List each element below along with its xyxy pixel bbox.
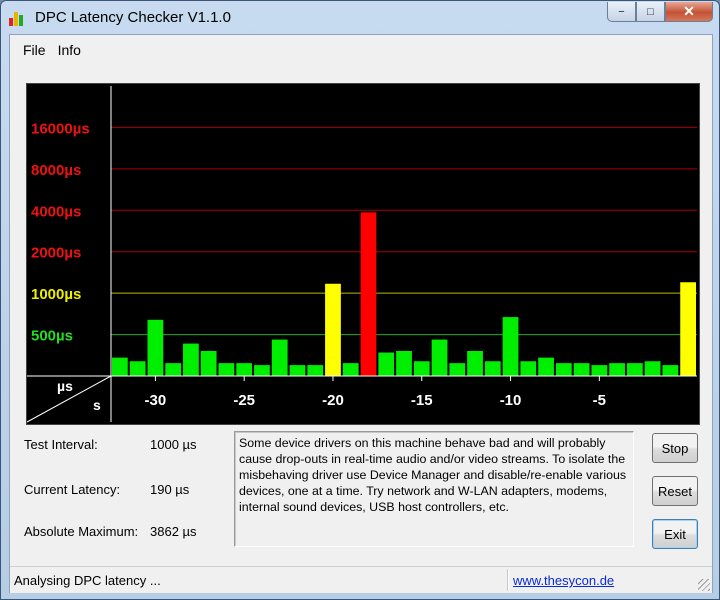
latency-bar	[307, 365, 324, 376]
latency-bar	[147, 319, 164, 376]
latency-bar	[378, 352, 395, 376]
stats-panel: Test Interval: 1000 µs Current Latency: …	[24, 431, 234, 551]
latency-bar	[662, 365, 679, 376]
latency-bar	[573, 363, 590, 376]
stat-absolute-maximum: Absolute Maximum: 3862 µs	[24, 524, 234, 542]
absolute-maximum-value: 3862 µs	[150, 524, 197, 539]
latency-bar	[555, 363, 572, 376]
x-tick-label: -25	[233, 392, 255, 409]
latency-chart-svg: 500µs 1000µs 2000µs 4000µs 8000µs 16000µs µs s -…	[27, 86, 697, 423]
menu-bar: File Info	[10, 35, 712, 65]
status-bar: Analysing DPC latency ... www.thesycon.d…	[10, 566, 712, 593]
maximize-button[interactable]: □	[636, 2, 665, 22]
latency-bar	[360, 212, 377, 376]
menu-file[interactable]: File	[10, 35, 46, 65]
latency-bar	[449, 363, 466, 376]
reset-button[interactable]: Reset	[652, 476, 698, 506]
latency-bar	[218, 363, 235, 376]
absolute-maximum-label: Absolute Maximum:	[24, 524, 139, 539]
latency-bar	[520, 361, 537, 376]
x-tick-label: -10	[500, 392, 522, 409]
latency-bar	[200, 350, 217, 376]
latency-bar	[609, 363, 625, 376]
latency-bar	[680, 282, 696, 376]
latency-bar	[484, 361, 501, 376]
y-tick-label: 16000µs	[31, 120, 90, 137]
stop-button[interactable]: Stop	[652, 433, 698, 463]
app-icon	[9, 10, 27, 26]
latency-bar	[271, 339, 288, 376]
menu-info[interactable]: Info	[46, 35, 81, 65]
minimize-button[interactable]: −	[607, 2, 636, 22]
client-area: File Info 500µs 1000µs 2000µs 4000µs 8000µs 1…	[9, 34, 713, 593]
y-tick-label: 1000µs	[31, 286, 81, 303]
x-tick-label: -20	[322, 392, 344, 409]
x-unit-label: s	[93, 397, 101, 413]
latency-bar	[342, 363, 359, 376]
x-tick-label: -5	[593, 392, 606, 409]
x-tick-label: -15	[411, 392, 433, 409]
latency-bar	[413, 361, 430, 376]
current-latency-label: Current Latency:	[24, 482, 121, 497]
test-interval-label: Test Interval:	[24, 437, 98, 452]
title-bar[interactable]: DPC Latency Checker V1.1.0 − □ ✕	[1, 1, 719, 34]
status-text: Analysing DPC latency ...	[14, 573, 161, 588]
status-separator	[507, 569, 509, 591]
main-window: DPC Latency Checker V1.1.0 − □ ✕ File In…	[0, 0, 720, 600]
latency-bar	[325, 283, 341, 376]
website-link[interactable]: www.thesycon.de	[513, 573, 614, 588]
latency-bar	[129, 361, 146, 376]
window-title: DPC Latency Checker V1.1.0	[35, 9, 231, 26]
latency-bar	[644, 361, 661, 376]
stat-test-interval: Test Interval: 1000 µs	[24, 437, 234, 455]
current-latency-value: 190 µs	[150, 482, 190, 497]
y-tick-label: 2000µs	[31, 245, 81, 262]
latency-bar	[538, 357, 554, 376]
latency-bar	[431, 339, 448, 376]
latency-bar	[183, 343, 199, 376]
test-interval-value: 1000 µs	[150, 437, 197, 452]
latency-bar	[236, 363, 253, 376]
status-message-box: Some device drivers on this machine beha…	[234, 431, 634, 547]
y-unit-label: µs	[57, 378, 73, 394]
close-button[interactable]: ✕	[665, 2, 713, 22]
latency-bar	[254, 365, 270, 376]
latency-bar	[112, 357, 128, 376]
y-tick-label: 8000µs	[31, 162, 81, 179]
latency-bar	[591, 365, 608, 376]
latency-bar	[502, 317, 519, 376]
latency-bar	[467, 350, 483, 376]
x-tick-label: -30	[145, 392, 167, 409]
exit-button[interactable]: Exit	[652, 519, 698, 549]
y-tick-label: 4000µs	[31, 203, 81, 220]
latency-bar	[396, 350, 412, 376]
resize-grip[interactable]	[698, 579, 710, 591]
stat-current-latency: Current Latency: 190 µs	[24, 482, 234, 500]
latency-chart: 500µs 1000µs 2000µs 4000µs 8000µs 16000µs µs s -…	[26, 83, 700, 425]
latency-bar	[626, 363, 643, 376]
latency-bar	[289, 365, 306, 376]
y-tick-label: 500µs	[31, 328, 73, 345]
latency-bar	[165, 363, 182, 376]
